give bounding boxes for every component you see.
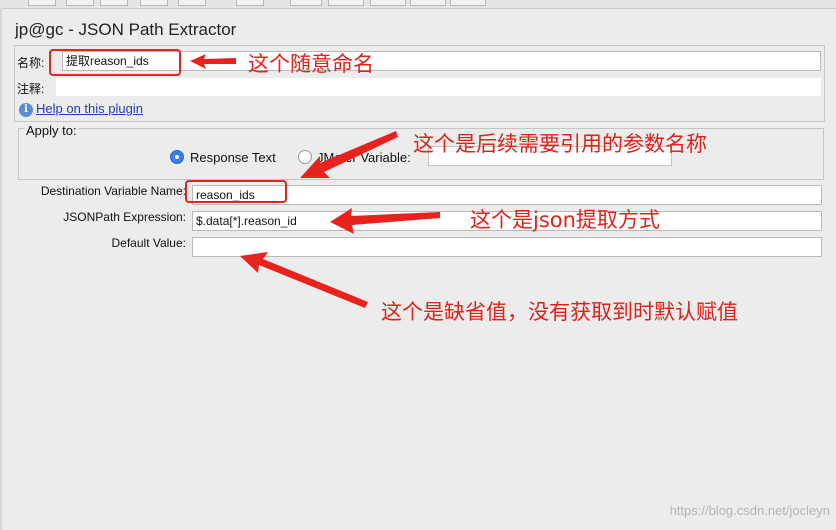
annotation-arrows (190, 54, 440, 308)
name-note: 这个随意命名 (248, 52, 374, 76)
arrow-var (300, 131, 398, 178)
var-note: 这个是后续需要引用的参数名称 (413, 132, 707, 156)
jsonpath-note: 这个是json提取方式 (470, 208, 660, 232)
arrow-default (240, 252, 368, 308)
arrow-name (190, 54, 236, 69)
arrow-jsonpath (330, 208, 440, 234)
default-note: 这个是缺省值，没有获取到时默认赋值 (381, 300, 738, 324)
watermark: https://blog.csdn.net/jocleyn (669, 503, 830, 518)
